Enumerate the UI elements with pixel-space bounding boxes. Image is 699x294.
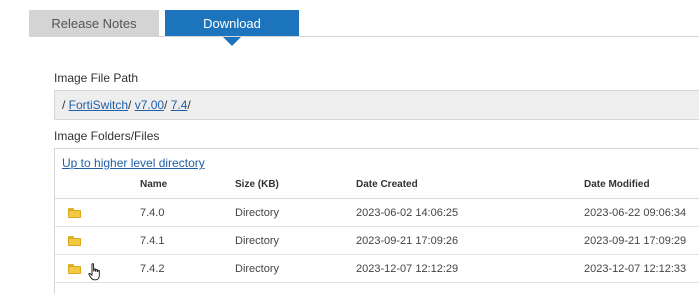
breadcrumb-link-fortiswitch[interactable]: FortiSwitch xyxy=(69,98,128,112)
row-date-created: 2023-09-21 17:09:26 xyxy=(356,234,459,247)
tab-release-notes[interactable]: Release Notes xyxy=(29,10,159,36)
up-directory-link[interactable]: Up to higher level directory xyxy=(62,156,205,170)
column-header-size[interactable]: Size (KB) xyxy=(235,171,279,198)
breadcrumb-separator: / xyxy=(187,98,191,112)
table-header: Name Size (KB) Date Created Date Modifie… xyxy=(55,171,699,199)
table-row[interactable]: 7.4.2 Directory 2023-12-07 12:12:29 2023… xyxy=(55,255,699,283)
row-date-modified: 2023-12-07 12:12:33 xyxy=(584,262,687,275)
tab-divider xyxy=(29,36,699,37)
hand-pointer-icon xyxy=(88,263,100,281)
active-tab-pointer xyxy=(222,36,242,46)
table-row[interactable]: 7.4.1 Directory 2023-09-21 17:09:26 2023… xyxy=(55,227,699,255)
row-date-modified: 2023-06-22 09:06:34 xyxy=(584,206,687,219)
table-row[interactable]: 7.4.0 Directory 2023-06-02 14:06:25 2023… xyxy=(55,199,699,227)
file-table: Name Size (KB) Date Created Date Modifie… xyxy=(55,171,699,283)
row-size: Directory xyxy=(235,262,280,275)
row-size: Directory xyxy=(235,206,280,219)
row-name[interactable]: 7.4.1 xyxy=(140,227,164,254)
breadcrumb: / FortiSwitch / v7.00/ 7.4/ xyxy=(54,90,699,120)
breadcrumb-separator: / xyxy=(128,98,135,112)
breadcrumb-link-v7-00[interactable]: v7.00 xyxy=(135,98,164,112)
tab-download-label: Download xyxy=(203,15,261,31)
column-header-date-modified[interactable]: Date Modified xyxy=(584,171,650,198)
column-header-name[interactable]: Name xyxy=(140,171,167,198)
folder-icon xyxy=(68,235,81,246)
tab-download[interactable]: Download xyxy=(165,10,299,46)
column-header-date-created[interactable]: Date Created xyxy=(356,171,418,198)
folder-icon xyxy=(68,207,81,218)
breadcrumb-root-separator: / xyxy=(62,98,69,112)
row-date-modified: 2023-09-21 17:09:29 xyxy=(584,234,687,247)
row-date-created: 2023-12-07 12:12:29 xyxy=(356,262,459,275)
row-date-created: 2023-06-02 14:06:25 xyxy=(356,206,459,219)
image-files-heading: Image Folders/Files xyxy=(54,129,160,143)
files-panel: Up to higher level directory Name Size (… xyxy=(54,148,699,294)
row-name[interactable]: 7.4.0 xyxy=(140,199,164,226)
image-path-heading: Image File Path xyxy=(54,71,139,85)
breadcrumb-separator: / xyxy=(164,98,171,112)
folder-icon xyxy=(68,263,81,274)
row-name[interactable]: 7.4.2 xyxy=(140,255,164,282)
breadcrumb-link-7-4[interactable]: 7.4 xyxy=(171,98,188,112)
row-size: Directory xyxy=(235,234,280,247)
tab-bar: Release Notes Download xyxy=(29,10,299,46)
